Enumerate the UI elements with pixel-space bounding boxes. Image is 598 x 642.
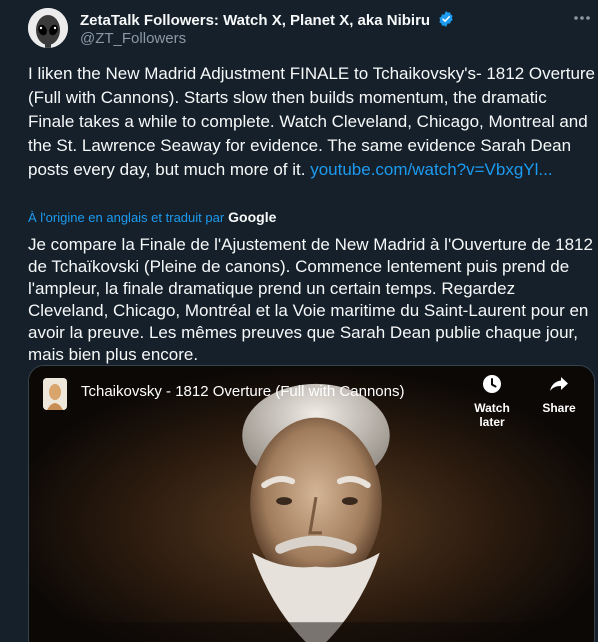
video-card[interactable]: Tchaikovsky - 1812 Overture (Full with C… xyxy=(28,365,595,642)
tweet-header: ZetaTalk Followers: Watch X, Planet X, a… xyxy=(0,0,598,60)
watch-later-label: Watch later xyxy=(474,401,510,429)
author-name[interactable]: ZetaTalk Followers: Watch X, Planet X, a… xyxy=(80,10,455,32)
author-handle[interactable]: @ZT_Followers xyxy=(80,30,186,47)
clock-icon xyxy=(461,374,523,397)
share-button[interactable]: Share xyxy=(539,374,579,415)
tweet-link[interactable]: youtube.com/watch?v=VbxgYl... xyxy=(310,160,552,179)
author-avatar[interactable] xyxy=(28,8,68,48)
author-name-text[interactable]: ZetaTalk Followers: Watch X, Planet X, a… xyxy=(80,12,430,29)
translation-label[interactable]: À l'origine en anglais et traduit par xyxy=(28,210,224,225)
tweet-text: I liken the New Madrid Adjustment FINALE… xyxy=(28,62,596,182)
translated-text: Je compare la Finale de l'Ajustement de … xyxy=(28,235,593,364)
watch-later-button[interactable]: Watch later xyxy=(461,374,523,429)
share-arrow-icon xyxy=(539,374,579,397)
translation-attribution[interactable]: À l'origine en anglais et traduit par Goo… xyxy=(28,209,276,225)
channel-avatar[interactable] xyxy=(43,378,67,410)
video-title[interactable]: Tchaikovsky - 1812 Overture (Full with C… xyxy=(81,383,404,400)
more-horizontal-icon[interactable] xyxy=(572,8,594,28)
verified-badge-icon xyxy=(437,10,455,32)
share-label: Share xyxy=(542,401,576,415)
google-logo: Google xyxy=(228,209,277,225)
